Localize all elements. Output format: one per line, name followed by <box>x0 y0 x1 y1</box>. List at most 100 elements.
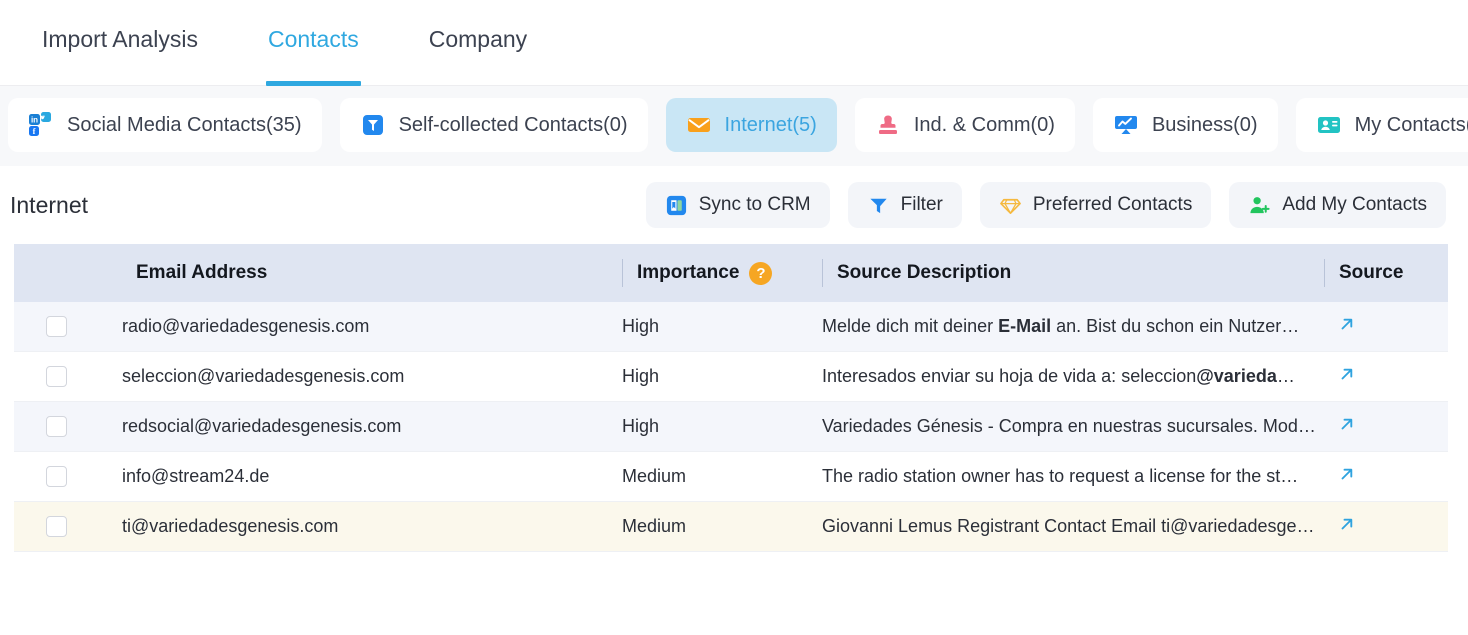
button-label: Filter <box>900 194 943 215</box>
external-link-arrow-icon[interactable] <box>1324 515 1356 537</box>
desc-bold: @varieda <box>1196 366 1277 386</box>
person-plus-icon <box>1248 194 1271 217</box>
button-label: Sync to CRM <box>698 194 811 215</box>
row-checkbox-cell <box>14 501 122 552</box>
desc-suffix: … <box>1276 366 1295 386</box>
contacts-table-wrapper: Email Address Importance ? Source Descri… <box>0 244 1468 552</box>
cell-source <box>1324 351 1448 402</box>
cell-source-description: Variedades Génesis - Compra en nuestras … <box>822 401 1324 452</box>
external-link-arrow-icon[interactable] <box>1324 415 1356 437</box>
desc-suffix: an. Bist du schon ein Nutzer… <box>1051 316 1300 336</box>
envelope-icon <box>686 112 712 138</box>
row-select-checkbox[interactable] <box>46 416 67 437</box>
cell-source <box>1324 302 1448 352</box>
tab-company[interactable]: Company <box>429 0 527 86</box>
preferred-contacts-button[interactable]: Preferred Contacts <box>979 182 1212 228</box>
col-header-importance-label: Importance <box>637 262 740 283</box>
chip-label: My Contacts(--) <box>1354 113 1468 136</box>
chip-label: Business(0) <box>1151 113 1258 136</box>
table-row[interactable]: radio@variedadesgenesis.com High Melde d… <box>14 302 1448 352</box>
chart-board-icon <box>1113 112 1139 138</box>
row-select-checkbox[interactable] <box>46 316 67 337</box>
cell-source <box>1324 401 1448 452</box>
row-checkbox-cell <box>14 351 122 402</box>
tab-label: Import Analysis <box>42 25 198 52</box>
toolbar: Sync to CRM Filter Preferred Contacts Ad… <box>645 182 1446 228</box>
cell-importance: Medium <box>622 501 822 552</box>
contacts-table: Email Address Importance ? Source Descri… <box>14 244 1448 552</box>
tab-contacts[interactable]: Contacts <box>265 0 361 86</box>
cell-email-address: radio@variedadesgenesis.com <box>122 302 622 352</box>
row-checkbox-cell <box>14 451 122 502</box>
desc-prefix: Melde dich mit deiner <box>822 316 999 336</box>
tab-label: Company <box>428 25 528 52</box>
table-row[interactable]: seleccion@variedadesgenesis.com High Int… <box>14 351 1448 402</box>
chip-self-collected-contacts-0[interactable]: Self-collected Contacts(0) <box>339 98 648 152</box>
row-checkbox-cell <box>14 401 122 452</box>
chip-label: Social Media Contacts(35) <box>67 113 302 136</box>
sync-to-crm-button[interactable]: Sync to CRM <box>645 182 830 228</box>
cell-source-description: Interesados enviar su hoja de vida a: se… <box>822 351 1324 402</box>
cell-email-address: redsocial@variedadesgenesis.com <box>122 401 622 452</box>
cell-email-address: ti@variedadesgenesis.com <box>122 501 622 552</box>
col-header-importance[interactable]: Importance ? <box>622 244 822 302</box>
external-link-arrow-icon[interactable] <box>1324 465 1356 487</box>
filter-button[interactable]: Filter <box>847 182 962 228</box>
chip-label: Ind. & Comm(0) <box>913 113 1055 136</box>
social-media-icon: in f <box>28 112 54 138</box>
chip-business-0[interactable]: Business(0) <box>1092 98 1278 152</box>
col-header-source-description-label: Source Description <box>837 262 1012 283</box>
cell-importance: High <box>622 351 822 402</box>
row-select-checkbox[interactable] <box>46 466 67 487</box>
id-card-icon <box>1316 112 1342 138</box>
desc-prefix: Interesados enviar su hoja de vida a: se… <box>822 366 1197 386</box>
chip-my-contacts[interactable]: My Contacts(--) <box>1295 98 1468 152</box>
row-select-checkbox[interactable] <box>46 366 67 387</box>
contact-source-chip-bar: in f Social Media Contacts(35) Self-coll… <box>0 86 1468 166</box>
row-checkbox-cell <box>14 302 122 352</box>
col-header-source-description[interactable]: Source Description <box>822 244 1324 302</box>
cell-importance: High <box>622 302 822 352</box>
cell-importance: High <box>622 401 822 452</box>
cell-email-address: info@stream24.de <box>122 451 622 502</box>
cell-importance: Medium <box>622 451 822 502</box>
cell-source <box>1324 451 1448 502</box>
table-row[interactable]: redsocial@variedadesgenesis.com High Var… <box>14 401 1448 452</box>
col-header-source[interactable]: Source <box>1324 244 1448 302</box>
table-row[interactable]: info@stream24.de Medium The radio statio… <box>14 451 1448 502</box>
chip-social-media-contacts-35[interactable]: in f Social Media Contacts(35) <box>8 98 322 152</box>
cell-source-description: Giovanni Lemus Registrant Contact Email … <box>822 501 1324 552</box>
table-body: radio@variedadesgenesis.com High Melde d… <box>14 302 1448 552</box>
tab-import-analysis[interactable]: Import Analysis <box>42 0 198 86</box>
desc-prefix: Variedades Génesis - Compra en nuestras … <box>822 416 1316 436</box>
table-row[interactable]: ti@variedadesgenesis.com Medium Giovanni… <box>14 501 1448 552</box>
desc-bold: E-Mail <box>998 316 1052 336</box>
crm-book-icon <box>665 194 688 217</box>
col-header-checkbox <box>14 244 122 302</box>
section-header: Internet Sync to CRM Filter Preferred Co… <box>0 166 1468 244</box>
stamp-icon <box>875 112 901 138</box>
add-my-contacts-button[interactable]: Add My Contacts <box>1229 182 1446 228</box>
table-head: Email Address Importance ? Source Descri… <box>14 244 1448 302</box>
cell-source <box>1324 501 1448 552</box>
col-header-source-label: Source <box>1339 262 1404 283</box>
funnel-square-icon <box>360 112 386 138</box>
button-label: Add My Contacts <box>1282 194 1427 215</box>
cell-source-description: Melde dich mit deiner E-Mail an. Bist du… <box>822 302 1324 352</box>
col-header-email-address-label: Email Address <box>136 262 268 283</box>
diamond-icon <box>999 194 1022 217</box>
top-nav: Import Analysis Contacts Company <box>0 0 1468 86</box>
external-link-arrow-icon[interactable] <box>1324 315 1356 337</box>
chip-ind-comm-0[interactable]: Ind. & Comm(0) <box>854 98 1075 152</box>
svg-text:in: in <box>31 116 38 125</box>
table-header-row: Email Address Importance ? Source Descri… <box>14 244 1448 302</box>
filter-funnel-icon <box>867 194 890 217</box>
desc-prefix: Giovanni Lemus Registrant Contact Email … <box>822 516 1315 536</box>
chip-internet-5[interactable]: Internet(5) <box>665 98 837 152</box>
col-header-email-address[interactable]: Email Address <box>122 244 622 302</box>
help-icon[interactable]: ? <box>749 261 773 285</box>
cell-source-description: The radio station owner has to request a… <box>822 451 1324 502</box>
row-select-checkbox[interactable] <box>46 516 67 537</box>
external-link-arrow-icon[interactable] <box>1324 365 1356 387</box>
chip-label: Internet(5) <box>724 113 817 136</box>
